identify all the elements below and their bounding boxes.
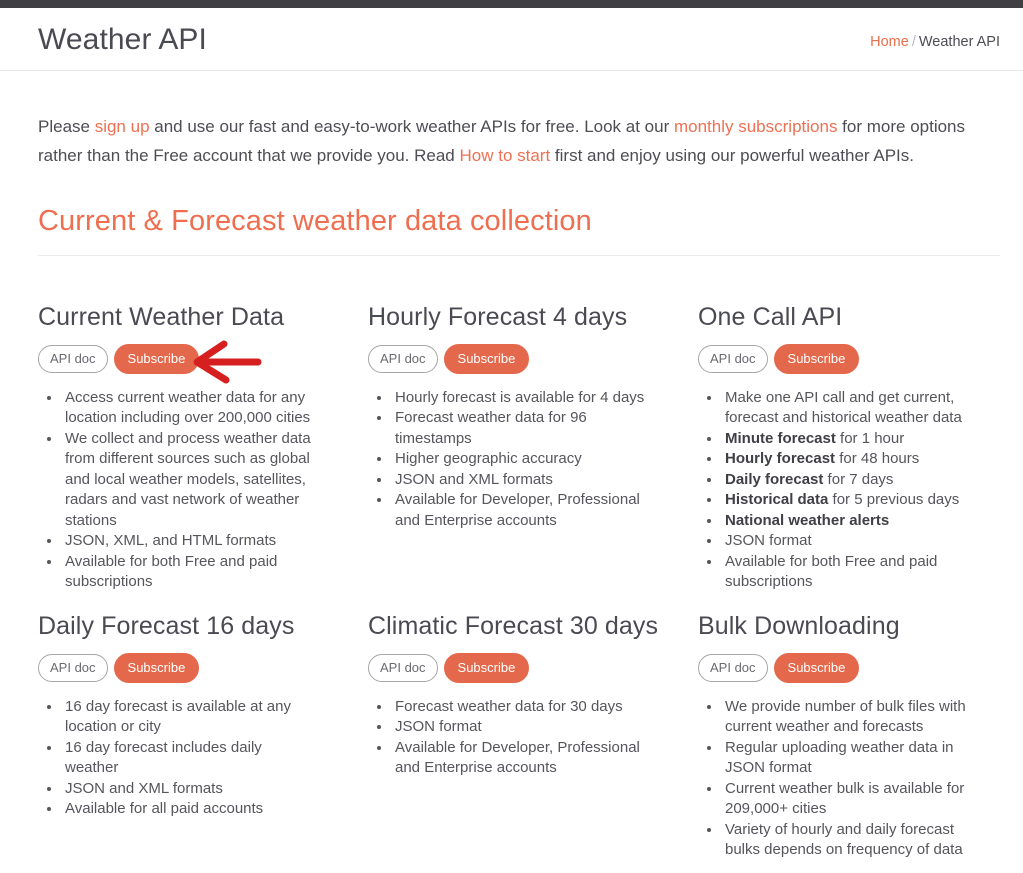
link-how-to-start[interactable]: How to start	[459, 146, 550, 165]
list-item-emphasis: Hourly forecast	[725, 450, 836, 468]
list-item-text: for 1 hour	[835, 429, 905, 447]
card-button-row: API doc Subscribe	[698, 343, 1000, 374]
breadcrumb-current: Weather API	[918, 34, 1000, 50]
card-feature-list: Make one API call and get current, forec…	[698, 388, 970, 593]
subscribe-button[interactable]: Subscribe	[113, 652, 200, 683]
list-item: JSON, XML, and HTML formats	[62, 531, 316, 552]
card-button-row: API doc Subscribe	[38, 340, 340, 384]
intro-paragraph: Please sign up and use our fast and easy…	[38, 71, 993, 170]
list-item-text: for 7 days	[823, 470, 894, 488]
card-title: Bulk Downloading	[698, 611, 900, 640]
api-doc-button[interactable]: API doc	[38, 344, 108, 373]
link-monthly-subscriptions[interactable]: monthly subscriptions	[674, 117, 837, 136]
list-item: Available for Developer, Professional an…	[392, 738, 658, 779]
list-item: Make one API call and get current, forec…	[722, 388, 970, 429]
list-item: Higher geographic accuracy	[392, 449, 658, 470]
list-item: Variety of hourly and daily forecast bul…	[722, 820, 970, 861]
list-item: Daily forecast for 7 days	[722, 470, 970, 491]
main-content: Please sign up and use our fast and easy…	[0, 71, 1023, 861]
list-item: 16 day forecast is available at any loca…	[62, 697, 316, 738]
list-item: Available for both Free and paid subscri…	[62, 552, 316, 593]
list-item: We provide number of bulk files with cur…	[722, 697, 970, 738]
list-item: JSON and XML formats	[392, 470, 658, 491]
breadcrumb: Home / Weather API	[870, 28, 1000, 50]
list-item: Minute forecast for 1 hour	[722, 429, 970, 450]
list-item: Available for Developer, Professional an…	[392, 490, 658, 531]
card-title: Hourly Forecast 4 days	[368, 303, 628, 331]
list-item: Hourly forecast for 48 hours	[722, 449, 970, 470]
list-item: Historical data for 5 previous days	[722, 490, 970, 511]
api-doc-button[interactable]: API doc	[698, 653, 768, 682]
api-card-climatic-forecast-30-days: Climatic Forecast 30 days API doc Subscr…	[368, 593, 670, 861]
breadcrumb-link-home[interactable]: Home	[870, 34, 909, 50]
card-title: Current Weather Data	[38, 303, 285, 331]
api-doc-button[interactable]: API doc	[368, 653, 438, 682]
list-item-emphasis: National weather alerts	[725, 511, 890, 529]
list-item: Forecast weather data for 30 days	[392, 697, 658, 718]
list-item: JSON and XML formats	[62, 779, 316, 800]
api-doc-button[interactable]: API doc	[368, 344, 438, 373]
list-item: Hourly forecast is available for 4 days	[392, 388, 658, 409]
api-card-bulk-downloading: Bulk Downloading API doc Subscribe We pr…	[698, 593, 1000, 861]
list-item: JSON format	[722, 531, 970, 552]
list-item: Available for both Free and paid subscri…	[722, 552, 970, 593]
list-item-text: for 48 hours	[835, 450, 920, 468]
list-item: Access current weather data for any loca…	[62, 388, 316, 429]
list-item-text: Available for both Free and paid subscri…	[725, 552, 938, 591]
subscribe-button[interactable]: Subscribe	[443, 343, 530, 374]
api-doc-button[interactable]: API doc	[698, 344, 768, 373]
list-item: Current weather bulk is available for 20…	[722, 779, 970, 820]
list-item-emphasis: Daily forecast	[725, 470, 824, 488]
list-item-emphasis: Historical data	[725, 491, 829, 509]
card-button-row: API doc Subscribe	[368, 343, 670, 374]
breadcrumb-separator: /	[911, 34, 916, 50]
intro-text-1: Please	[38, 117, 95, 136]
list-item-emphasis: Minute forecast	[725, 429, 836, 447]
card-feature-list: Forecast weather data for 30 days JSON f…	[368, 697, 658, 779]
card-title: Daily Forecast 16 days	[38, 611, 295, 640]
page-title: Weather API	[38, 23, 207, 56]
top-dark-strip	[0, 0, 1023, 8]
list-item: Available for all paid accounts	[62, 799, 316, 820]
api-card-hourly-forecast-4-days: Hourly Forecast 4 days API doc Subscribe…	[368, 284, 670, 593]
card-feature-list: We provide number of bulk files with cur…	[698, 697, 970, 861]
card-feature-list: Hourly forecast is available for 4 days …	[368, 388, 658, 532]
card-button-row: API doc Subscribe	[698, 652, 1000, 683]
intro-text-4: first and enjoy using our powerful weath…	[550, 145, 914, 165]
list-item-text: JSON format	[725, 532, 812, 550]
subscribe-button[interactable]: Subscribe	[113, 343, 200, 374]
list-item: National weather alerts	[722, 511, 970, 532]
list-item: JSON format	[392, 717, 658, 738]
card-title: One Call API	[698, 303, 843, 331]
list-item: We collect and process weather data from…	[62, 429, 316, 532]
api-card-daily-forecast-16-days: Daily Forecast 16 days API doc Subscribe…	[38, 593, 340, 861]
subscribe-button[interactable]: Subscribe	[443, 652, 530, 683]
list-item: 16 day forecast includes daily weather	[62, 738, 316, 779]
card-feature-list: Access current weather data for any loca…	[38, 388, 316, 593]
api-card-one-call-api: One Call API API doc Subscribe Make one …	[698, 284, 1000, 593]
list-item-text: for 5 previous days	[828, 491, 960, 509]
list-item-text: Make one API call and get current, forec…	[725, 388, 962, 427]
api-doc-button[interactable]: API doc	[38, 653, 108, 682]
list-item: Forecast weather data for 96 timestamps	[392, 408, 658, 449]
api-card-grid: Current Weather Data API doc Subscribe A…	[38, 256, 1000, 861]
intro-text-2: and use our fast and easy-to-work weathe…	[149, 117, 674, 136]
link-sign-up[interactable]: sign up	[95, 117, 150, 136]
list-item: Regular uploading weather data in JSON f…	[722, 738, 970, 779]
api-card-current-weather-data: Current Weather Data API doc Subscribe A…	[38, 284, 340, 593]
subscribe-button[interactable]: Subscribe	[773, 343, 860, 374]
page-header: Weather API Home / Weather API	[0, 8, 1023, 71]
section-heading: Current & Forecast weather data collecti…	[38, 205, 592, 237]
card-button-row: API doc Subscribe	[368, 652, 670, 683]
subscribe-button[interactable]: Subscribe	[773, 652, 860, 683]
card-feature-list: 16 day forecast is available at any loca…	[38, 697, 316, 820]
card-title: Climatic Forecast 30 days	[368, 611, 659, 640]
card-button-row: API doc Subscribe	[38, 652, 340, 683]
